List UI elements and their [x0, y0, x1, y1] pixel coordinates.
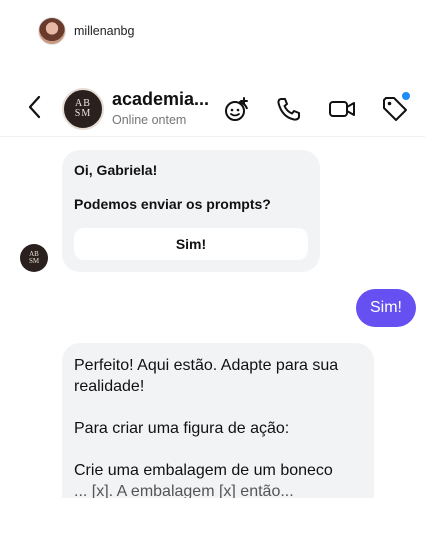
- phone-icon: [277, 98, 300, 121]
- message-text: Crie uma embalagem de um boneco: [74, 462, 333, 479]
- sender-avatar[interactable]: AB SM: [20, 244, 48, 272]
- labels-button[interactable]: [380, 92, 410, 124]
- account-username: millenanbg: [74, 24, 135, 38]
- message-text: Oi, Gabriela!: [74, 162, 158, 178]
- message-text: Podemos enviar os prompts?: [74, 196, 271, 212]
- account-switcher[interactable]: millenanbg: [38, 14, 134, 48]
- header-divider: [0, 136, 425, 137]
- sticker-icon: [225, 97, 248, 121]
- chat-avatar[interactable]: AB SM: [62, 88, 104, 130]
- notification-dot: [402, 92, 410, 100]
- sticker-button[interactable]: [222, 94, 252, 124]
- quick-reply-button[interactable]: Sim!: [74, 228, 308, 260]
- viewport-cutoff: [0, 498, 425, 549]
- chat-title[interactable]: academia...: [112, 89, 209, 110]
- message-text: Perfeito! Aqui estão. Adapte para sua re…: [74, 357, 339, 395]
- user-avatar: [38, 17, 66, 45]
- avatar-initials-bottom: SM: [28, 257, 40, 265]
- video-call-button[interactable]: [327, 94, 357, 124]
- message-text: Para criar uma figura de ação:: [74, 420, 290, 437]
- chat-status: Online ontem: [112, 113, 187, 127]
- chat-header: AB SM academia... Online ontem: [0, 84, 425, 134]
- back-button[interactable]: [24, 94, 46, 120]
- incoming-message: Oi, Gabriela! Podemos enviar os prompts?…: [62, 150, 320, 272]
- avatar-initials-bottom: SM: [74, 108, 92, 119]
- outgoing-message: Sim!: [356, 289, 416, 327]
- back-chevron-icon: [28, 95, 41, 119]
- video-camera-icon: [329, 101, 355, 117]
- incoming-message: Perfeito! Aqui estão. Adapte para sua re…: [62, 343, 374, 523]
- call-button[interactable]: [274, 94, 304, 124]
